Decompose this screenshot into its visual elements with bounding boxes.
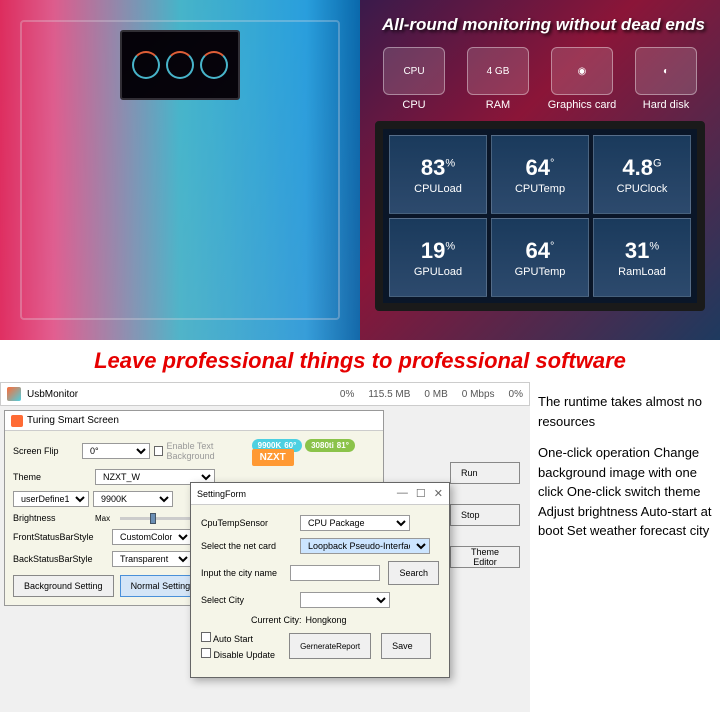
section-title: Leave professional things to professiona… — [0, 340, 720, 382]
app-name: UsbMonitor — [27, 389, 78, 400]
hdd-icon: ◐ — [635, 47, 697, 95]
minimize-icon[interactable]: — — [397, 487, 408, 500]
search-button[interactable]: Search — [388, 561, 439, 585]
disable-update-checkbox[interactable] — [201, 648, 211, 658]
gpu-icon: ◉ — [551, 47, 613, 95]
embedded-monitor — [120, 30, 240, 100]
screen-flip-select[interactable]: 0° — [82, 443, 150, 459]
features-text: The runtime takes almost no resources On… — [530, 382, 720, 712]
window-title: Turing Smart Screen — [27, 415, 119, 426]
setting-form-window: SettingForm —☐✕ CpuTempSensor CPU Packag… — [190, 482, 450, 678]
ram-icon: 4 GB — [467, 47, 529, 95]
pc-case-photo — [0, 0, 360, 340]
save-button[interactable]: Save — [381, 633, 431, 659]
run-button[interactable]: Run — [450, 462, 520, 484]
normal-setting-button[interactable]: Normal Setting — [120, 575, 202, 597]
net-card-select[interactable]: Loopback Pseudo-Interface 1 — [300, 538, 430, 554]
taskbar: UsbMonitor 0% 115.5 MB 0 MB 0 Mbps 0% — [0, 382, 530, 406]
close-icon[interactable]: ✕ — [434, 487, 443, 500]
window-icon — [11, 415, 23, 427]
select-city-select[interactable] — [300, 592, 390, 608]
dialog-title: SettingForm — [197, 489, 246, 499]
maximize-icon[interactable]: ☐ — [416, 487, 426, 500]
hero-headline: All-round monitoring without dead ends — [375, 15, 705, 35]
background-setting-button[interactable]: Background Setting — [13, 575, 114, 597]
current-city-value: Hongkong — [306, 615, 347, 625]
enable-text-bg-checkbox[interactable] — [154, 446, 163, 456]
cpu-sensor-select[interactable]: CPU Package — [300, 515, 410, 531]
front-bar-select[interactable]: CustomColor — [112, 529, 192, 545]
userdefine-select[interactable]: userDefine1 — [13, 491, 89, 507]
cpu-icon: CPU — [383, 47, 445, 95]
back-bar-select[interactable]: Transparent — [112, 551, 192, 567]
gpu-pill: 3080ti 81° — [305, 439, 355, 452]
stop-button[interactable]: Stop — [450, 504, 520, 526]
userdefine-value-select[interactable]: 9900K — [93, 491, 173, 507]
generate-report-button[interactable]: GernerateReport — [289, 633, 371, 659]
auto-start-checkbox[interactable] — [201, 632, 211, 642]
stats-monitor: 83%CPULoad 64°CPUTemp 4.8GCPUClock 19%GP… — [375, 121, 705, 311]
hardware-icons: CPUCPU 4 GBRAM ◉Graphics card ◐Hard disk — [375, 47, 705, 111]
city-name-input[interactable] — [290, 565, 380, 581]
theme-editor-button[interactable]: Theme Editor — [450, 546, 520, 568]
app-icon — [7, 387, 21, 401]
